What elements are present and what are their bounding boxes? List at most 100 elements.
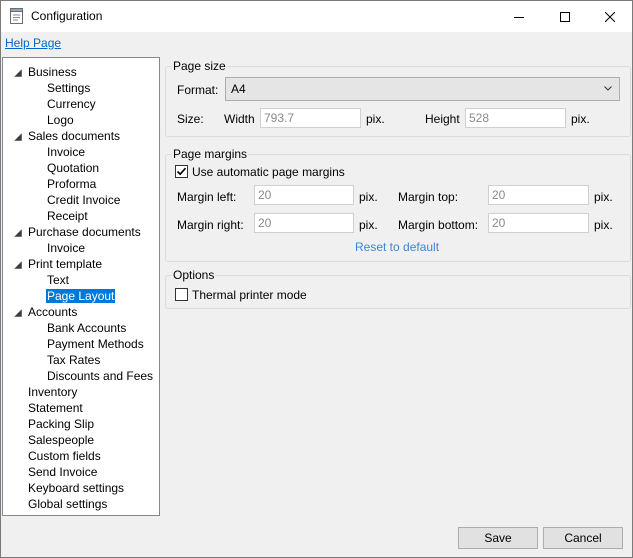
tree-item[interactable]: Proforma (46, 176, 97, 192)
tree-item-label: Purchase documents (28, 225, 141, 239)
tree-item-label: Quotation (47, 161, 100, 175)
tree-item[interactable]: Keyboard settings (27, 480, 125, 496)
tree-item-label: Proforma (47, 177, 97, 191)
tree-item-label: Credit Invoice (47, 193, 121, 207)
tree-item[interactable]: Send Invoice (27, 464, 98, 480)
margin-bottom-unit: pix. (594, 218, 613, 232)
margin-right-unit: pix. (359, 218, 378, 232)
tree-item-label: Invoice (47, 145, 86, 159)
tree-item-label: Print template (28, 257, 103, 271)
tree-item[interactable]: Purchase documents (14, 224, 142, 240)
tree-item-label: Send Invoice (28, 465, 98, 479)
expanded-arrow-icon[interactable] (13, 132, 23, 142)
tree-item[interactable]: Salespeople (27, 432, 95, 448)
tree-item[interactable]: Page Layout (46, 288, 116, 304)
close-button[interactable] (587, 1, 632, 32)
expanded-arrow-icon[interactable] (13, 228, 23, 238)
tree-item-label: Currency (47, 97, 96, 111)
tree-item-label: Salespeople (28, 433, 95, 447)
document-settings-icon (10, 8, 24, 25)
format-value: A4 (231, 82, 246, 96)
tree-item[interactable]: Invoice (46, 144, 86, 160)
tree-item-label: Receipt (47, 209, 88, 223)
width-field[interactable]: 793.7 (260, 108, 361, 128)
thermal-printer-checkbox[interactable] (175, 288, 188, 301)
options-title: Options (172, 268, 216, 282)
tree-item[interactable]: Text (46, 272, 70, 288)
tree-item[interactable]: Invoice (46, 240, 86, 256)
height-field[interactable]: 528 (465, 108, 566, 128)
tree-item[interactable]: Logo (46, 112, 75, 128)
configuration-window: Configuration Help Page Business Settings… (0, 0, 633, 558)
tree-item-label: Page Layout (46, 289, 116, 303)
tree-item-label: Statement (28, 401, 83, 415)
tree-item[interactable]: Global settings (27, 496, 108, 512)
margin-left-unit: pix. (359, 190, 378, 204)
margin-top-unit: pix. (594, 190, 613, 204)
page-margins-title: Page margins (172, 147, 249, 161)
tree-item-label: Accounts (28, 305, 78, 319)
tree-item-label: Logo (47, 113, 74, 127)
format-label: Format: (177, 83, 219, 97)
tree-item-label: Packing Slip (28, 417, 95, 431)
format-select[interactable]: A4 (225, 77, 620, 101)
height-unit: pix. (571, 112, 590, 126)
maximize-button[interactable] (542, 1, 588, 32)
tree-item-label: Keyboard settings (28, 481, 125, 495)
page-size-title: Page size (172, 59, 227, 73)
margin-left-label: Margin left: (177, 190, 237, 204)
help-page-link[interactable]: Help Page (5, 36, 61, 50)
width-label: Width (224, 112, 255, 126)
tree-item[interactable]: Tax Rates (46, 352, 101, 368)
tree-item[interactable]: Accounts (14, 304, 78, 320)
margin-right-label: Margin right: (177, 218, 244, 232)
tree-item-label: Inventory (28, 385, 78, 399)
auto-margins-checkbox[interactable] (175, 165, 188, 178)
tree-item-label: Global settings (28, 497, 108, 511)
tree-item[interactable]: Print template (14, 256, 103, 272)
tree-item-label: Tax Rates (47, 353, 101, 367)
tree-item[interactable]: Currency (46, 96, 97, 112)
tree-item-label: Text (47, 273, 70, 287)
tree-item[interactable]: Statement (27, 400, 84, 416)
tree-item[interactable]: Sales documents (14, 128, 121, 144)
tree-item[interactable]: Credit Invoice (46, 192, 121, 208)
tree-item-label: Settings (47, 81, 91, 95)
tree-item-label: Bank Accounts (47, 321, 127, 335)
settings-tree[interactable]: Business Settings Currency Logo Sales docume… (2, 57, 160, 516)
tree-item-label: Custom fields (28, 449, 101, 463)
width-unit: pix. (366, 112, 385, 126)
tree-item[interactable]: Payment Methods (46, 336, 145, 352)
expanded-arrow-icon[interactable] (13, 260, 23, 270)
tree-item[interactable]: Inventory (27, 384, 78, 400)
tree-item-label: Discounts and Fees (47, 369, 154, 383)
tree-item[interactable]: Custom fields (27, 448, 102, 464)
expanded-arrow-icon[interactable] (13, 68, 23, 78)
tree-item[interactable]: Packing Slip (27, 416, 95, 432)
thermal-printer-label: Thermal printer mode (192, 288, 307, 302)
tree-item[interactable]: Bank Accounts (46, 320, 127, 336)
tree-item[interactable]: Receipt (46, 208, 89, 224)
margin-left-field[interactable]: 20 (254, 185, 354, 205)
expanded-arrow-icon[interactable] (13, 308, 23, 318)
cancel-button[interactable]: Cancel (543, 527, 623, 549)
checkmark-icon (176, 167, 187, 176)
margin-right-field[interactable]: 20 (254, 213, 354, 233)
margin-bottom-field[interactable]: 20 (488, 213, 589, 233)
auto-margins-label: Use automatic page margins (192, 165, 345, 179)
maximize-icon (560, 11, 570, 22)
tree-item[interactable]: Discounts and Fees (46, 368, 154, 384)
chevron-down-icon (604, 86, 612, 91)
height-label: Height (425, 112, 460, 126)
minimize-button[interactable] (496, 1, 542, 32)
tree-item-label: Payment Methods (47, 337, 144, 351)
margin-top-field[interactable]: 20 (488, 185, 589, 205)
tree-item[interactable]: Quotation (46, 160, 100, 176)
save-button[interactable]: Save (458, 527, 538, 549)
margin-bottom-label: Margin bottom: (398, 218, 479, 232)
reset-to-default-link[interactable]: Reset to default (355, 240, 439, 254)
tree-item-label: Invoice (47, 241, 86, 255)
tree-item[interactable]: Business (14, 64, 78, 80)
tree-item[interactable]: Settings (46, 80, 91, 96)
title-bar[interactable]: Configuration (1, 1, 632, 32)
